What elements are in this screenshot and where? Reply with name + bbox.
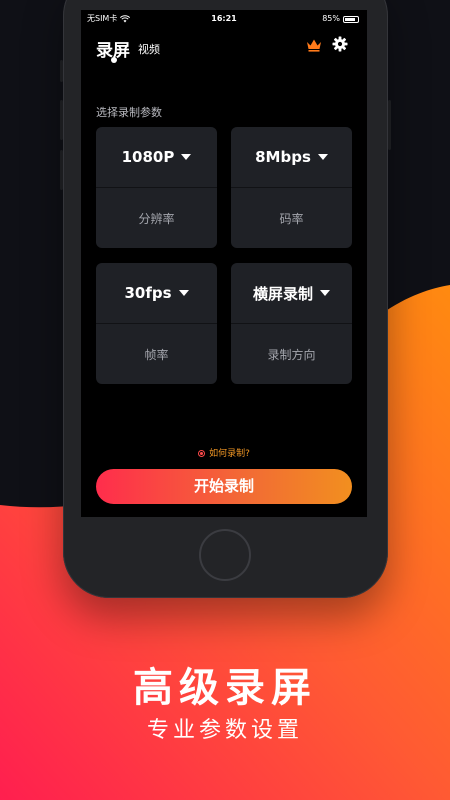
mute-switch	[60, 60, 63, 82]
framerate-label: 帧率	[144, 347, 169, 362]
how-to-record-link[interactable]: 如何录制?	[81, 446, 367, 459]
active-tab-indicator	[111, 57, 117, 63]
resolution-label: 分辨率	[138, 211, 175, 226]
orientation-selector[interactable]: 横屏录制	[231, 263, 352, 324]
app-header: 录屏 视频	[81, 36, 367, 76]
help-link-text: 如何录制?	[209, 449, 250, 459]
resolution-value: 1080P	[121, 148, 175, 166]
framerate-card[interactable]: 30fps 帧率	[96, 263, 217, 384]
battery-percent: 85%	[322, 14, 340, 23]
resolution-card[interactable]: 1080P 分辨率	[96, 127, 217, 248]
dropdown-caret-icon	[317, 154, 328, 160]
crown-icon[interactable]	[306, 38, 322, 52]
status-right: 85%	[322, 10, 359, 28]
volume-up-button	[60, 100, 63, 140]
resolution-selector[interactable]: 1080P	[96, 127, 217, 188]
battery-icon	[343, 15, 359, 23]
power-button	[388, 100, 391, 150]
section-label: 选择录制参数	[96, 106, 162, 119]
phone-screen: 无SIM卡 16:21 85% 录屏 视频 选择录制参数 1080P 分辨率 8…	[81, 10, 367, 517]
status-bar: 无SIM卡 16:21 85%	[81, 10, 367, 28]
start-recording-button[interactable]: 开始录制	[96, 469, 352, 504]
promo-subline: 专业参数设置	[146, 718, 303, 743]
gear-icon[interactable]	[332, 36, 348, 52]
bitrate-value: 8Mbps	[255, 148, 311, 166]
record-icon	[198, 450, 206, 457]
framerate-value: 30fps	[124, 284, 172, 302]
bitrate-selector[interactable]: 8Mbps	[231, 127, 352, 188]
framerate-selector[interactable]: 30fps	[96, 263, 217, 324]
orientation-label: 录制方向	[267, 347, 316, 362]
tab-video[interactable]: 视频	[138, 41, 160, 57]
volume-down-button	[60, 150, 63, 190]
dropdown-caret-icon	[178, 290, 189, 296]
bitrate-label: 码率	[279, 211, 304, 226]
promo-headline: 高级录屏	[133, 665, 317, 711]
home-button	[199, 529, 251, 581]
orientation-card[interactable]: 横屏录制 录制方向	[231, 263, 352, 384]
orientation-value: 横屏录制	[252, 284, 313, 303]
dropdown-caret-icon	[320, 290, 330, 296]
dropdown-caret-icon	[181, 154, 192, 160]
bitrate-card[interactable]: 8Mbps 码率	[231, 127, 352, 248]
